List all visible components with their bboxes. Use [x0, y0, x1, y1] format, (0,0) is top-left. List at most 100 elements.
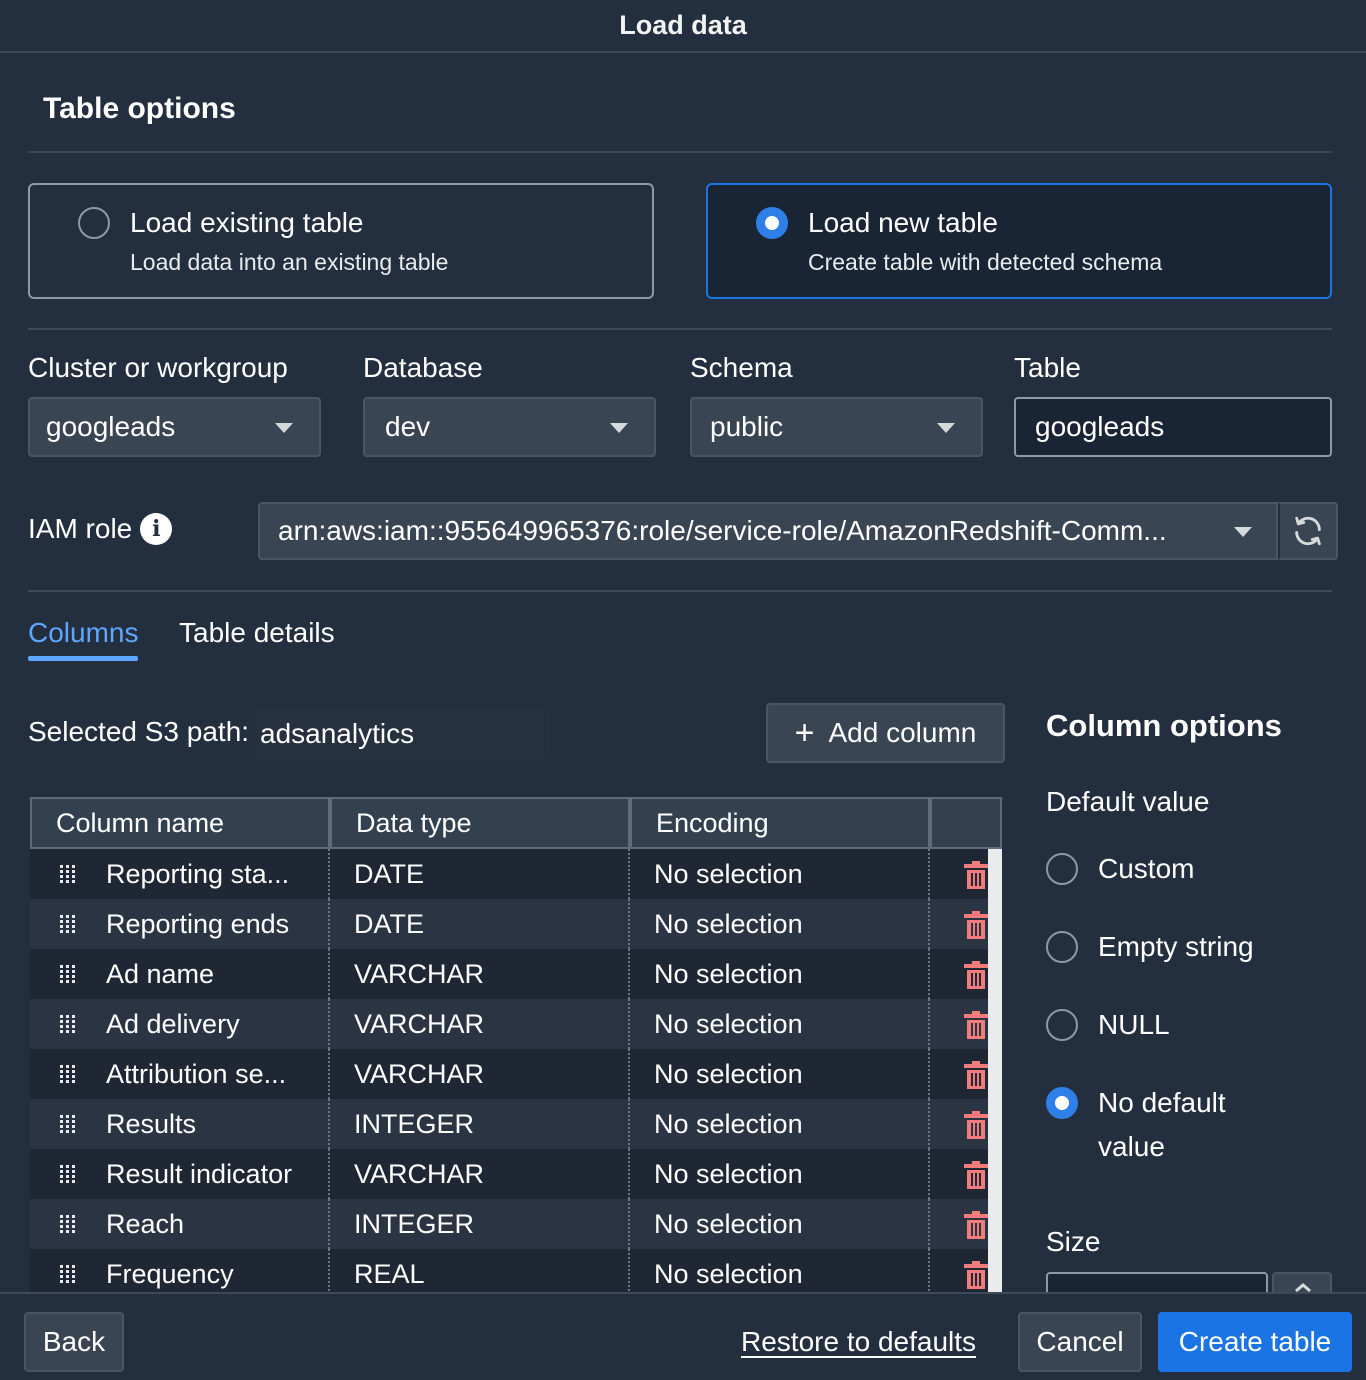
create-table-button[interactable]: Create table	[1158, 1312, 1352, 1372]
cancel-button[interactable]: Cancel	[1018, 1312, 1142, 1372]
chevron-down-icon	[275, 423, 293, 433]
cell-encoding[interactable]: No selection	[654, 949, 803, 999]
radio-card-description: Load data into an existing table	[130, 249, 449, 275]
drag-handle-icon[interactable]	[60, 1065, 76, 1083]
cell-data-type[interactable]: DATE	[354, 849, 424, 899]
plus-icon: +	[794, 714, 815, 752]
cell-column-name[interactable]: Frequency	[106, 1249, 234, 1293]
radio-custom[interactable]	[1046, 853, 1078, 885]
cell-column-name[interactable]: Results	[106, 1099, 196, 1149]
header-actions	[932, 799, 1000, 847]
section-title-table-options: Table options	[43, 92, 236, 125]
radio-card-load-existing[interactable]: Load existing table Load data into an ex…	[28, 183, 654, 299]
drag-handle-icon[interactable]	[60, 1165, 76, 1183]
radio-no-default[interactable]	[1046, 1087, 1078, 1119]
restore-defaults-link[interactable]: Restore to defaults	[741, 1326, 976, 1358]
header-encoding[interactable]: Encoding	[632, 799, 932, 847]
cell-data-type[interactable]: VARCHAR	[354, 1149, 484, 1199]
trash-icon[interactable]	[964, 1261, 988, 1289]
cluster-label: Cluster or workgroup	[28, 352, 288, 383]
cell-encoding[interactable]: No selection	[654, 899, 803, 949]
cell-encoding[interactable]: No selection	[654, 999, 803, 1049]
cell-column-name[interactable]: Reach	[106, 1199, 184, 1249]
table-row[interactable]: Ad name VARCHAR No selection	[30, 949, 988, 999]
column-separator	[628, 999, 630, 1049]
trash-icon[interactable]	[964, 1211, 988, 1239]
table-row[interactable]: Results INTEGER No selection	[30, 1099, 988, 1149]
cell-column-name[interactable]: Attribution se...	[106, 1049, 286, 1099]
drag-handle-icon[interactable]	[60, 1015, 76, 1033]
table-row[interactable]: Frequency REAL No selection	[30, 1249, 988, 1293]
default-value-label: Default value	[1046, 786, 1210, 817]
cell-column-name[interactable]: Result indicator	[106, 1149, 292, 1199]
cell-data-type[interactable]: VARCHAR	[354, 1049, 484, 1099]
column-options-title: Column options	[1046, 708, 1282, 743]
divider	[28, 590, 1332, 592]
cluster-select[interactable]: googleads	[28, 397, 321, 457]
trash-icon[interactable]	[964, 961, 988, 989]
drag-handle-icon[interactable]	[60, 1115, 76, 1133]
cell-data-type[interactable]: INTEGER	[354, 1099, 474, 1149]
column-separator	[328, 899, 330, 949]
cell-encoding[interactable]: No selection	[654, 1249, 803, 1293]
trash-icon[interactable]	[964, 1111, 988, 1139]
radio-empty-string[interactable]	[1046, 931, 1078, 963]
radio-null[interactable]	[1046, 1009, 1078, 1041]
tab-table-details[interactable]: Table details	[179, 617, 335, 649]
chevron-down-icon	[937, 423, 955, 433]
drag-handle-icon[interactable]	[60, 915, 76, 933]
database-select[interactable]: dev	[363, 397, 656, 457]
column-separator	[328, 1049, 330, 1099]
table-row[interactable]: Reporting sta... DATE No selection	[30, 849, 988, 899]
cell-encoding[interactable]: No selection	[654, 1149, 803, 1199]
info-icon[interactable]: i	[140, 513, 173, 545]
column-separator	[628, 1249, 630, 1293]
schema-select[interactable]: public	[690, 397, 983, 457]
trash-icon[interactable]	[964, 911, 988, 939]
radio-card-load-new[interactable]: Load new table Create table with detecte…	[706, 183, 1332, 299]
table-row[interactable]: Attribution se... VARCHAR No selection	[30, 1049, 988, 1099]
refresh-button[interactable]	[1278, 502, 1338, 560]
table-row[interactable]: Ad delivery VARCHAR No selection	[30, 999, 988, 1049]
table-row[interactable]: Reporting ends DATE No selection	[30, 899, 988, 949]
cell-encoding[interactable]: No selection	[654, 1099, 803, 1149]
cell-encoding[interactable]: No selection	[654, 1049, 803, 1099]
table-row[interactable]: Reach INTEGER No selection	[30, 1199, 988, 1249]
add-column-button[interactable]: + Add column	[766, 703, 1005, 763]
column-separator	[628, 849, 630, 899]
column-separator	[628, 1199, 630, 1249]
cell-data-type[interactable]: VARCHAR	[354, 949, 484, 999]
size-label: Size	[1046, 1226, 1101, 1257]
radio-load-existing[interactable]	[78, 207, 110, 239]
trash-icon[interactable]	[964, 861, 988, 889]
cell-column-name[interactable]: Ad delivery	[106, 999, 240, 1049]
header-column-name[interactable]: Column name	[32, 799, 332, 847]
iam-role-select[interactable]: arn:aws:iam::955649965376:role/service-r…	[258, 502, 1278, 560]
drag-handle-icon[interactable]	[60, 865, 76, 883]
trash-icon[interactable]	[964, 1011, 988, 1039]
table-row[interactable]: Result indicator VARCHAR No selection	[30, 1149, 988, 1199]
trash-icon[interactable]	[964, 1161, 988, 1189]
cell-data-type[interactable]: REAL	[354, 1249, 425, 1293]
back-button[interactable]: Back	[24, 1312, 124, 1372]
cell-encoding[interactable]: No selection	[654, 1199, 803, 1249]
drag-handle-icon[interactable]	[60, 965, 76, 983]
table-name-input[interactable]: googleads	[1014, 397, 1332, 457]
cell-column-name[interactable]: Reporting sta...	[106, 849, 289, 899]
cell-column-name[interactable]: Reporting ends	[106, 899, 289, 949]
column-separator	[628, 899, 630, 949]
cell-column-name[interactable]: Ad name	[106, 949, 214, 999]
cell-encoding[interactable]: No selection	[654, 849, 803, 899]
table-scrollbar[interactable]	[988, 849, 1002, 1293]
cell-data-type[interactable]: INTEGER	[354, 1199, 474, 1249]
drag-handle-icon[interactable]	[60, 1215, 76, 1233]
drag-handle-icon[interactable]	[60, 1265, 76, 1283]
trash-icon[interactable]	[964, 1061, 988, 1089]
schema-select-value: public	[710, 411, 784, 442]
cell-data-type[interactable]: DATE	[354, 899, 424, 949]
tab-columns[interactable]: Columns	[28, 617, 138, 649]
cell-data-type[interactable]: VARCHAR	[354, 999, 484, 1049]
header-data-type[interactable]: Data type	[332, 799, 632, 847]
radio-load-new[interactable]	[756, 207, 788, 239]
iam-role-label-text: IAM role	[28, 513, 133, 544]
